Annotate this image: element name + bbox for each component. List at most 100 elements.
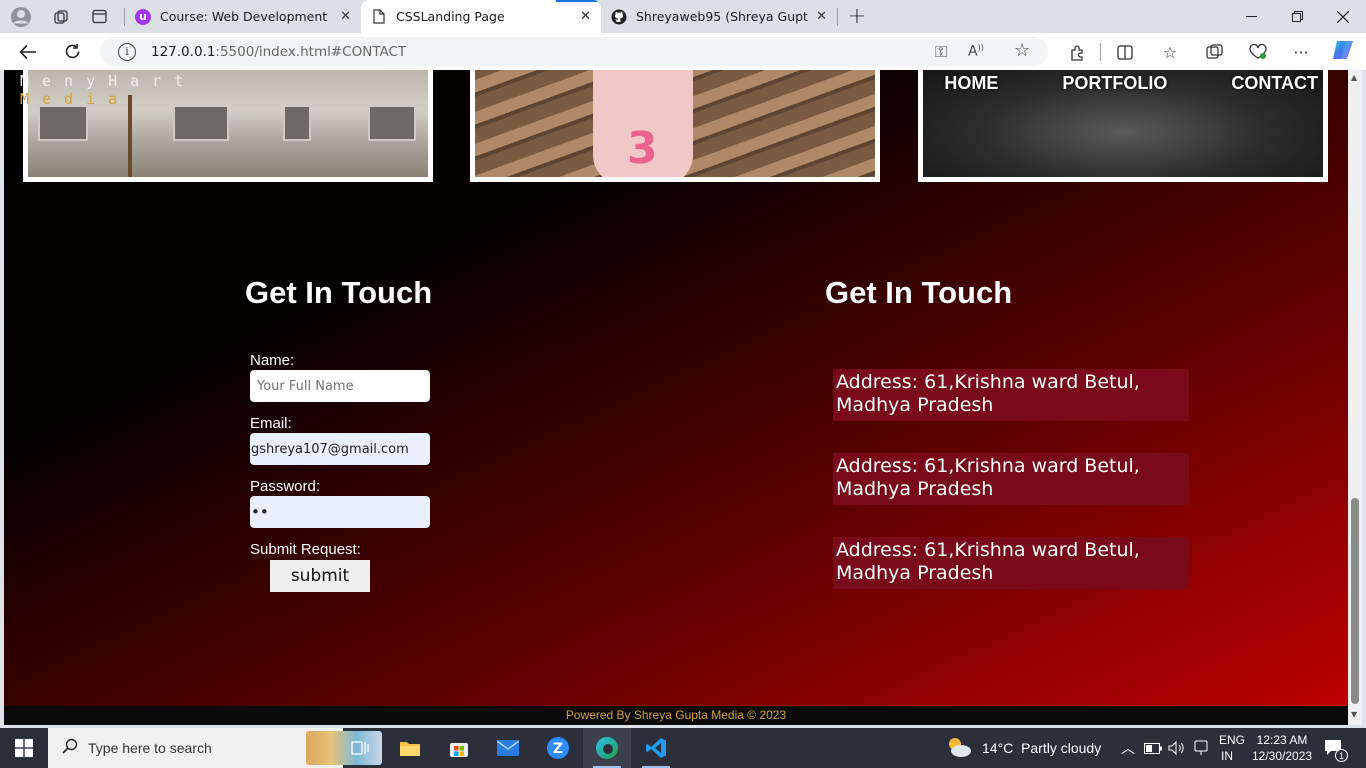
notifications-icon[interactable]: 1 (1324, 728, 1348, 768)
submit-request-label: Submit Request: (250, 541, 361, 558)
notification-count: 1 (1335, 749, 1348, 762)
page-scrollbar[interactable]: ▲ ▼ (1348, 70, 1362, 725)
file-explorer-icon[interactable] (386, 728, 434, 768)
url-path: :5500/index.html#CONTACT (215, 43, 407, 60)
volume-icon[interactable] (1168, 728, 1185, 768)
github-icon (611, 9, 627, 25)
browser-tab-strip: u Course: Web Development HTML ✕ CSSLand… (0, 0, 1366, 33)
site-nav: HOME PORTFOLIO CONTACT (880, 73, 1318, 94)
contact-form: Name: Email: Password: Submit Request: s… (250, 352, 430, 592)
profile-icon[interactable] (8, 4, 34, 30)
language-code: ENG (1219, 733, 1246, 747)
search-placeholder: Type here to search (88, 740, 212, 756)
close-tab-icon[interactable]: ✕ (816, 9, 827, 24)
nav-contact-link[interactable]: CONTACT (1231, 73, 1318, 94)
refresh-icon[interactable] (56, 36, 88, 68)
logo-line-2: Media (20, 90, 131, 108)
close-tab-icon[interactable]: ✕ (340, 9, 351, 24)
tab-github-profile[interactable]: Shreyaweb95 (Shreya Gupta) ✕ (601, 0, 837, 33)
page-footer: Powered By Shreya Gupta Media © 2023 (4, 706, 1348, 725)
windows-taskbar: Type here to search Z 14°C Partly cloudy… (0, 728, 1366, 768)
partly-cloudy-icon (946, 736, 972, 761)
close-tab-icon[interactable]: ✕ (580, 9, 591, 24)
password-input[interactable] (250, 496, 430, 528)
cake-shape: 3 (593, 70, 693, 177)
favorite-star-icon[interactable]: ☆ (1014, 40, 1030, 61)
contact-info-heading: Get In Touch (825, 275, 1013, 310)
site-info-icon[interactable]: i (118, 42, 136, 61)
svg-text:Z: Z (553, 741, 563, 757)
browser-essentials-icon[interactable] (1244, 39, 1272, 65)
nav-home-link[interactable]: HOME (944, 73, 998, 94)
copilot-icon[interactable] (1329, 37, 1357, 63)
name-label: Name: (250, 352, 295, 369)
toolbar-separator (1100, 43, 1101, 61)
close-window-icon[interactable] (1320, 0, 1366, 33)
task-view-icon[interactable] (336, 728, 384, 768)
language-indicator[interactable]: ENG IN (1219, 728, 1245, 768)
tab-title: CSSLanding Page (396, 9, 505, 24)
collections-icon[interactable] (1200, 39, 1228, 65)
clock-time: 12:23 AM (1256, 733, 1308, 747)
tab-title: Shreyaweb95 (Shreya Gupta) (636, 9, 809, 24)
split-screen-icon[interactable] (1111, 39, 1139, 65)
windows-start-icon[interactable] (0, 728, 48, 768)
clock[interactable]: 12:23 AM 12/30/2023 (1252, 728, 1312, 768)
building-window (283, 105, 311, 141)
portfolio-photo-cake: 3 (470, 70, 880, 182)
building-window (38, 105, 88, 141)
site-logo[interactable]: MenyHart Media (20, 70, 220, 110)
scroll-down-icon[interactable]: ▼ (1351, 710, 1357, 719)
logo-line-1: MenyHart (20, 72, 197, 90)
mail-icon[interactable] (484, 728, 532, 768)
email-label: Email: (250, 415, 292, 432)
minimize-icon[interactable] (1228, 0, 1274, 33)
scroll-up-icon[interactable]: ▲ (1351, 73, 1357, 82)
tab-udemy-course[interactable]: u Course: Web Development HTML ✕ (125, 0, 361, 33)
new-tab-icon[interactable]: + (844, 4, 870, 30)
tab-separator (837, 7, 838, 26)
contact-form-heading: Get In Touch (245, 275, 433, 310)
zoom-icon[interactable]: Z (534, 728, 582, 768)
workspaces-icon[interactable] (48, 4, 74, 30)
search-icon (62, 738, 78, 759)
address-card: Address: 61,Krishna ward Betul, Madhya P… (833, 453, 1189, 505)
submit-button[interactable]: submit (270, 560, 370, 592)
address-card: Address: 61,Krishna ward Betul, Madhya P… (833, 537, 1189, 589)
udemy-icon: u (135, 8, 151, 25)
tab-actions-icon[interactable] (86, 4, 112, 30)
scrollbar-thumb[interactable] (1351, 498, 1359, 704)
building-window (368, 105, 416, 141)
tab-csslanding-page[interactable]: CSSLanding Page ✕ (361, 0, 601, 33)
tab-title: Course: Web Development HTML (160, 9, 332, 24)
taskbar-search-box[interactable]: Type here to search (48, 728, 382, 768)
address-bar[interactable]: i 127.0.0.1 :5500/index.html#CONTACT ⚿ A… (100, 37, 1048, 66)
restore-icon[interactable] (1274, 0, 1320, 33)
name-input[interactable] (250, 370, 430, 402)
key-icon[interactable]: ⚿ (935, 42, 947, 62)
password-label: Password: (250, 478, 321, 495)
nav-portfolio-link[interactable]: PORTFOLIO (1062, 73, 1167, 94)
back-arrow-icon[interactable] (12, 36, 44, 68)
more-menu-icon[interactable]: ··· (1287, 39, 1315, 65)
network-icon[interactable] (1194, 728, 1208, 768)
read-aloud-icon[interactable]: A)) (968, 43, 984, 60)
edge-browser-icon[interactable] (583, 728, 631, 768)
microsoft-store-icon[interactable] (435, 728, 483, 768)
show-hidden-icons[interactable]: ︿ (1121, 728, 1135, 768)
extensions-icon[interactable] (1063, 39, 1091, 65)
page-viewport: 3 MenyHart Media HOME PORTFOLIO CONTACT … (4, 70, 1348, 725)
address-list: Address: 61,Krishna ward Betul, Madhya P… (833, 369, 1189, 621)
url-host: 127.0.0.1 (151, 43, 216, 60)
email-input[interactable] (250, 433, 430, 465)
browser-toolbar: i 127.0.0.1 :5500/index.html#CONTACT ⚿ A… (0, 33, 1366, 70)
favorites-icon[interactable]: ☆ (1156, 39, 1184, 65)
weather-widget[interactable]: 14°C Partly cloudy (946, 728, 1101, 768)
vscode-icon[interactable] (632, 728, 680, 768)
address-card: Address: 61,Krishna ward Betul, Madhya P… (833, 369, 1189, 421)
battery-icon[interactable] (1144, 728, 1162, 768)
page-icon (371, 9, 387, 25)
weather-text: 14°C Partly cloudy (982, 740, 1102, 756)
clock-date: 12/30/2023 (1252, 749, 1313, 763)
building-window (173, 105, 229, 141)
